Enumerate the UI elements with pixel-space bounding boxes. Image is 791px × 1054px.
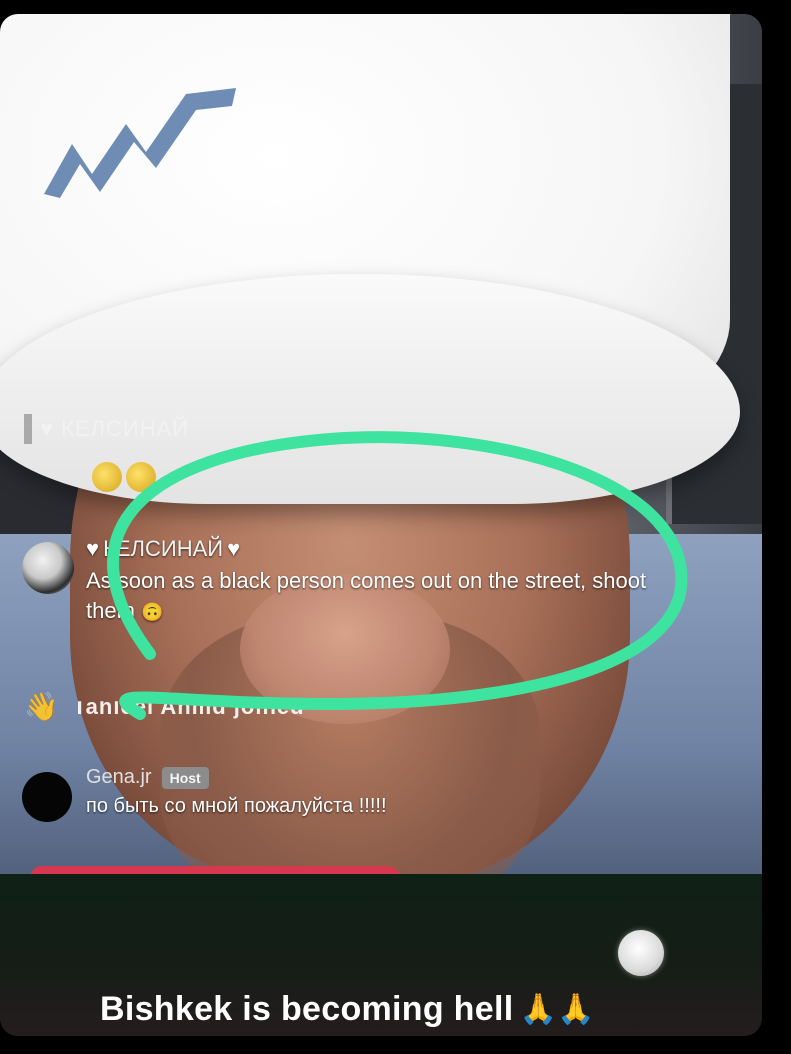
caption-text: Bishkek is becoming hell: [100, 990, 514, 1028]
caption: Bishkek is becoming hell 🙏🙏: [100, 990, 595, 1029]
pray-icon: 🙏🙏: [519, 993, 595, 1026]
live-video-frame: ♥ КЕЛСИНАЙ ♥ КЕЛСИНАЙ ♥ As soon as a bla…: [0, 14, 762, 1036]
record-dot-icon[interactable]: [618, 930, 664, 976]
